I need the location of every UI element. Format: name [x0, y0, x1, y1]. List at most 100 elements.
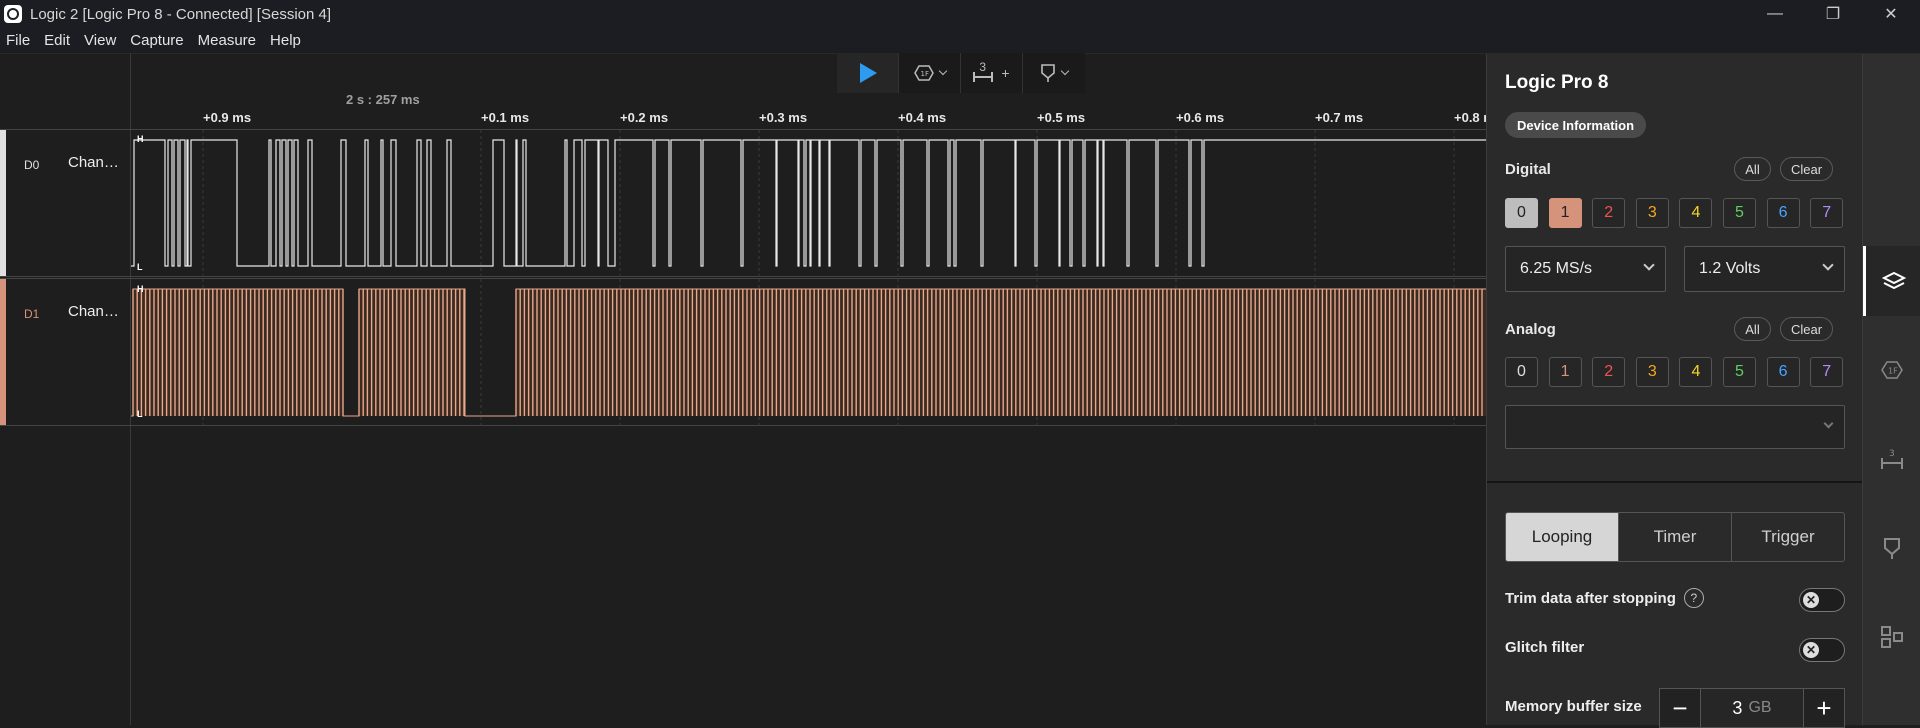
- timeline-area[interactable]: 2 s : 257 ms +0.9 ms +0.1 ms +0.2 ms +0.…: [0, 54, 1502, 725]
- ruler-tick-label: +0.6 ms: [1176, 110, 1225, 125]
- analog-channel-2-button[interactable]: 2: [1592, 357, 1626, 387]
- menu-edit[interactable]: Edit: [37, 32, 77, 49]
- digital-channel-3-button[interactable]: 3: [1635, 198, 1669, 228]
- analyzers-icon: 1F: [1881, 361, 1903, 379]
- menu-view[interactable]: View: [77, 32, 123, 49]
- digital-clear-button[interactable]: Clear: [1780, 157, 1833, 181]
- device-settings-tab[interactable]: [1863, 246, 1920, 316]
- channel-row-d0[interactable]: D0 Chan… H L: [0, 129, 1486, 278]
- trim-data-toggle[interactable]: ✕: [1799, 588, 1845, 612]
- markers-icon: [1884, 538, 1900, 559]
- channel-color-stripe: [0, 130, 6, 276]
- plus-icon: +: [1001, 65, 1010, 81]
- window-title: Logic 2 [Logic Pro 8 - Connected] [Sessi…: [30, 5, 332, 23]
- digital-channel-4-button[interactable]: 4: [1679, 198, 1713, 228]
- chevron-down-icon: [938, 66, 947, 76]
- menu-measure[interactable]: Measure: [191, 32, 263, 49]
- ruler-tick-label: +0.5 ms: [1037, 110, 1086, 125]
- high-level-marker: H: [137, 134, 144, 144]
- menu-help[interactable]: Help: [263, 32, 308, 49]
- ruler-tick-label: +0.4 ms: [898, 110, 947, 125]
- measure-icon: 3: [973, 60, 995, 84]
- tab-trigger[interactable]: Trigger: [1732, 513, 1844, 561]
- analog-channel-6-button[interactable]: 6: [1766, 357, 1800, 387]
- markers-dropdown-button[interactable]: [1023, 53, 1085, 93]
- markers-tab[interactable]: [1863, 513, 1920, 583]
- extensions-tab[interactable]: [1863, 602, 1920, 672]
- decrease-buffer-button[interactable]: −: [1660, 689, 1700, 727]
- menu-file[interactable]: File: [0, 32, 37, 49]
- svg-text:1F: 1F: [1888, 367, 1898, 376]
- tab-looping[interactable]: Looping: [1506, 513, 1619, 561]
- digital-channel-0-button[interactable]: 0: [1505, 198, 1538, 228]
- extensions-icon: [1881, 626, 1903, 648]
- analog-clear-button[interactable]: Clear: [1780, 317, 1833, 341]
- device-information-button[interactable]: Device Information: [1505, 112, 1647, 138]
- digital-channel-7-button[interactable]: 7: [1810, 198, 1844, 228]
- memory-buffer-label: Memory buffer size: [1505, 698, 1642, 715]
- glitch-filter-label: Glitch filter: [1505, 639, 1585, 656]
- svg-text:1F: 1F: [920, 70, 928, 78]
- high-level-marker: H: [137, 284, 144, 294]
- time-ruler[interactable]: 2 s : 257 ms +0.9 ms +0.1 ms +0.2 ms +0.…: [131, 92, 1502, 130]
- voltage-select[interactable]: 1.2 Volts: [1684, 246, 1845, 292]
- digital-section-label: Digital: [1505, 161, 1551, 178]
- analog-channel-1-button[interactable]: 1: [1548, 357, 1582, 387]
- low-level-marker: L: [137, 409, 143, 419]
- analyzer-icon: 1F: [913, 65, 934, 81]
- menu-bar: File Edit View Capture Measure Help: [0, 28, 1920, 54]
- analog-channel-3-button[interactable]: 3: [1635, 357, 1669, 387]
- channel-name[interactable]: Chan…: [68, 154, 119, 171]
- trim-data-label: Trim data after stopping: [1505, 589, 1676, 607]
- analyzers-dropdown-button[interactable]: 1F: [899, 53, 961, 93]
- digital-channel-5-button[interactable]: 5: [1723, 198, 1756, 228]
- analog-all-button[interactable]: All: [1734, 317, 1771, 341]
- glitch-filter-toggle[interactable]: ✕: [1799, 638, 1845, 662]
- analyzers-tab[interactable]: 1F: [1863, 335, 1920, 405]
- analog-channel-7-button[interactable]: 7: [1810, 357, 1844, 387]
- close-button[interactable]: ✕: [1862, 0, 1920, 28]
- channel-row-d1[interactable]: D1 Chan… H L: [0, 278, 1486, 427]
- analog-channel-0-button[interactable]: 0: [1505, 357, 1538, 387]
- help-icon[interactable]: ?: [1683, 588, 1704, 608]
- measurements-tab[interactable]: 3: [1863, 424, 1920, 494]
- waveform-d0[interactable]: [131, 130, 1486, 278]
- minimize-button[interactable]: —: [1746, 0, 1804, 28]
- digital-channel-2-button[interactable]: 2: [1592, 198, 1626, 228]
- increase-buffer-button[interactable]: +: [1804, 689, 1844, 727]
- measurements-icon: 3: [1881, 449, 1903, 469]
- maximize-button[interactable]: ❐: [1804, 0, 1862, 28]
- tab-timer[interactable]: Timer: [1619, 513, 1732, 561]
- analog-channel-5-button[interactable]: 5: [1723, 357, 1756, 387]
- buffer-size-field[interactable]: 3 GB: [1700, 689, 1804, 727]
- chevron-down-icon: [1060, 66, 1070, 76]
- title-bar: Logic 2 [Logic Pro 8 - Connected] [Sessi…: [0, 0, 1920, 28]
- channel-id: D0: [24, 158, 40, 172]
- sample-rate-select[interactable]: 6.25 MS/s: [1505, 246, 1666, 292]
- app-logo-icon: [4, 5, 22, 23]
- ruler-tick-label: +0.9 ms: [203, 110, 252, 125]
- analog-channel-4-button[interactable]: 4: [1679, 357, 1713, 387]
- buffer-size-unit: GB: [1748, 699, 1772, 716]
- chevron-down-icon: [1822, 259, 1834, 271]
- add-measurement-button[interactable]: 3 +: [961, 53, 1023, 93]
- menu-capture[interactable]: Capture: [123, 32, 190, 49]
- ruler-tick-label: +0.2 ms: [620, 110, 669, 125]
- svg-text:3: 3: [1889, 449, 1895, 459]
- memory-buffer-stepper: − 3 GB +: [1659, 688, 1845, 728]
- analog-rate-select[interactable]: [1505, 405, 1845, 449]
- start-capture-button[interactable]: [837, 53, 899, 93]
- sample-rate-value: 6.25 MS/s: [1520, 260, 1593, 277]
- digital-channel-6-button[interactable]: 6: [1766, 198, 1800, 228]
- marker-icon: [1041, 64, 1055, 82]
- digital-channel-1-button[interactable]: 1: [1548, 198, 1582, 228]
- voltage-value: 1.2 Volts: [1699, 260, 1761, 277]
- digital-all-button[interactable]: All: [1734, 157, 1771, 181]
- chevron-down-icon: [1823, 418, 1834, 429]
- channel-name[interactable]: Chan…: [68, 303, 119, 320]
- play-icon: [859, 63, 877, 83]
- waveform-d1[interactable]: [131, 279, 1486, 427]
- ruler-tick-label: +0.7 ms: [1315, 110, 1364, 125]
- trim-data-option: Trim data after stopping ?: [1505, 588, 1704, 608]
- device-settings-panel: Logic Pro 8 Device Information Digital A…: [1486, 54, 1863, 728]
